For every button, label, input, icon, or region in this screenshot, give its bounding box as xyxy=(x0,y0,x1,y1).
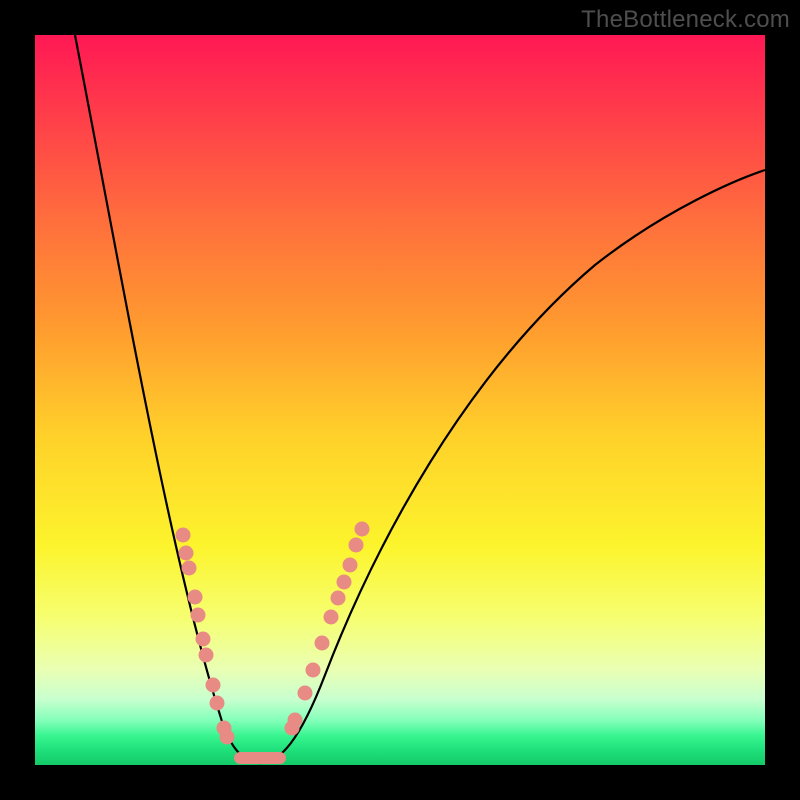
curve-marker xyxy=(188,590,203,605)
curve-marker xyxy=(191,608,206,623)
markers-right xyxy=(285,522,370,736)
curve-marker xyxy=(306,663,321,678)
curve-svg xyxy=(35,35,765,765)
curve-marker xyxy=(182,561,197,576)
watermark-text: TheBottleneck.com xyxy=(581,6,790,34)
curve-marker xyxy=(337,575,352,590)
curve-marker xyxy=(199,648,214,663)
curve-marker xyxy=(315,636,330,651)
curve-marker xyxy=(355,522,370,537)
curve-marker xyxy=(210,696,225,711)
curve-marker xyxy=(220,730,235,745)
chart-frame: TheBottleneck.com xyxy=(0,0,800,800)
curve-marker xyxy=(349,538,364,553)
curve-marker xyxy=(343,558,358,573)
plot-area xyxy=(35,35,765,765)
curve-marker xyxy=(324,610,339,625)
curve-marker xyxy=(179,546,194,561)
curve-marker xyxy=(298,686,313,701)
curve-marker xyxy=(196,632,211,647)
markers-left xyxy=(176,528,235,745)
curve-marker xyxy=(176,528,191,543)
bottleneck-curve xyxy=(75,35,765,763)
curve-marker xyxy=(206,678,221,693)
curve-marker xyxy=(331,591,346,606)
curve-marker xyxy=(288,713,303,728)
